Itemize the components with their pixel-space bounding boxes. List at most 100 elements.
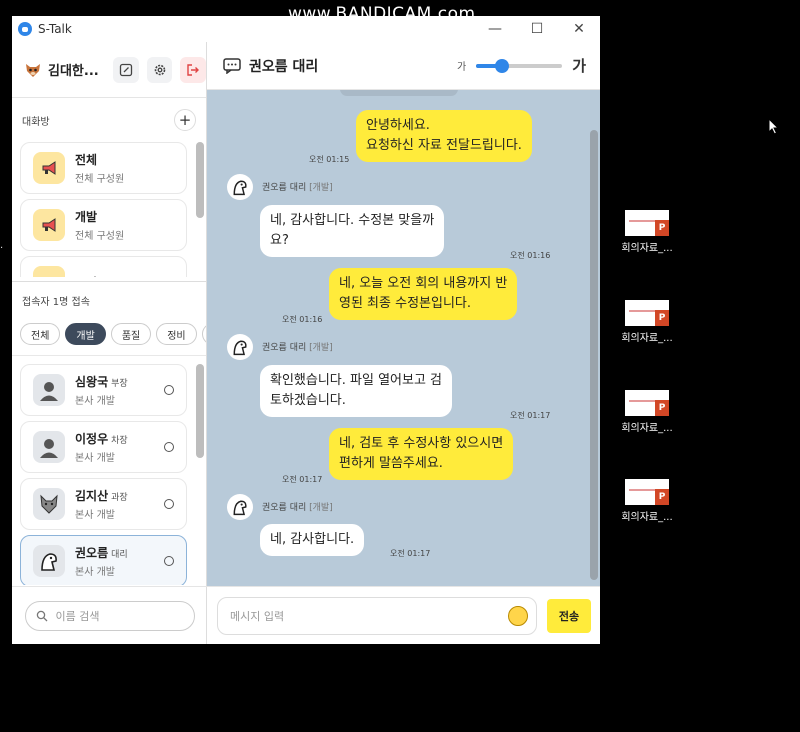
message-time: 오전 01:16 [282,315,323,324]
emoji-icon[interactable] [508,605,528,626]
logout-button[interactable] [180,56,207,83]
logout-icon [187,63,200,76]
settings-button[interactable] [146,56,173,83]
filter-chip-maintenance[interactable]: 정비 [156,323,197,345]
user-item[interactable]: 심왕국 부장 본사 개발 [20,364,187,416]
user-rank: 대리 [111,550,128,560]
pencil-icon [119,63,133,76]
user-rank: 과장 [111,493,128,503]
person-avatar-icon [33,431,65,463]
search-icon [36,610,47,621]
offline-status-icon [164,499,174,509]
ppt-file-icon: P [625,390,669,416]
font-size-large-label: 가 [572,57,586,75]
person-avatar-icon [33,374,65,406]
room-subtitle: 전체 구성원 [75,231,125,242]
room-item-quality[interactable]: 품질 [20,256,187,277]
megaphone-icon [33,266,65,277]
offline-status-icon [164,385,174,395]
sidebar: 김대한... 대화방 + 전체 전체 구성원 개발 전체 구성원 접속자 1명 … [12,42,207,644]
maximize-button[interactable]: ☐ [516,21,558,37]
room-item-dev[interactable]: 개발 전체 구성원 [20,199,187,251]
chat-header: 권오름 대리 가 가 [207,42,600,90]
message-time: 오전 01:17 [510,411,551,420]
my-message-bubble: 네, 검토 후 수정사항 있으시면 편하게 말씀주세요. [329,428,514,480]
wolf-avatar-icon [33,488,65,520]
user-dept: 본사 개발 [75,510,115,521]
dino-avatar-icon [227,174,253,200]
user-item[interactable]: 이정우 차장 본사 개발 [20,421,187,473]
send-button[interactable]: 전송 [547,598,591,633]
filter-chip-quality[interactable]: 품질 [110,323,152,345]
desktop-file-icon[interactable]: P 회의자료_... [612,210,682,254]
user-dept: 본사 개발 [75,453,115,464]
minimize-button[interactable]: — [474,21,516,37]
desktop-file-label: 회의자료_... [621,243,673,254]
chat-bubble-icon [223,57,241,74]
message-time: 오전 01:17 [390,549,431,558]
dept-filter-bar: 전체 개발 품질 정비 [12,319,206,349]
their-message-bubble: 네, 감사합니다. [260,524,365,556]
filter-chip-more[interactable] [201,323,206,345]
message-time: 오전 01:16 [510,251,551,260]
filter-chip-all[interactable]: 전체 [20,323,61,345]
user-name: 김지산 [75,489,109,503]
sender-dept: [개발] [309,183,333,193]
rooms-header-label: 대화방 [22,116,50,128]
add-room-button[interactable]: + [174,109,196,131]
room-title: 품질 [75,274,97,278]
desktop-file-icon[interactable]: P 회의자료_... [612,479,682,523]
their-message-bubble: 확인했습니다. 파일 열어보고 검 토하겠습니다. [260,365,453,417]
user-item-selected[interactable]: 권오름 대리 본사 개발 [20,535,187,585]
dino-avatar-icon [227,334,253,360]
font-size-slider[interactable] [476,58,563,73]
user-item[interactable]: 김지산 과장 본사 개발 [20,478,187,530]
megaphone-icon [33,209,65,241]
sender-label: 권오름 대리 [개발] [262,180,333,193]
message-input[interactable]: 메시지 입력 [217,596,537,635]
desktop-file-icon[interactable]: P 회의자료_... [612,390,682,434]
user-list: 심왕국 부장 본사 개발 이정우 차장 본사 개발 김지산 과장 본사 개발 권… [12,355,206,585]
my-message-bubble: 네, 오늘 오전 회의 내용까지 반 영된 최종 수정본입니다. [329,268,518,320]
name-search-input[interactable]: 이름 검색 [24,600,195,631]
edit-profile-button[interactable] [113,56,139,83]
desktop-file-icon[interactable]: P 회의자료_... [612,300,682,344]
sender-dept: [개발] [309,343,333,353]
megaphone-icon [33,152,65,184]
room-item-all[interactable]: 전체 전체 구성원 [20,142,187,194]
desktop-edge-fragment: . [0,240,4,251]
font-size-small-label: 가 [456,62,467,73]
desktop-file-label: 회의자료_... [621,423,673,434]
message-line: 네, 오늘 오전 회의 내용까지 반 [339,276,508,291]
message-area: 안녕하세요. 요청하신 자료 전달드립니다. 오전 01:15 권오름 대리 [… [207,90,600,586]
mouse-cursor-icon [768,118,780,135]
user-list-scrollbar[interactable] [196,364,204,458]
message-input-placeholder: 메시지 입력 [230,609,285,623]
message-line: 확인했습니다. 파일 열어보고 검 [270,373,443,388]
room-list-scrollbar[interactable] [196,142,204,218]
my-name: 김대한... [48,64,99,79]
my-avatar[interactable] [24,61,42,79]
plus-icon: + [178,111,192,129]
message-scrollbar[interactable] [590,130,598,580]
message-line: 안녕하세요. [366,118,430,133]
app-logo-icon [18,22,32,36]
room-subtitle: 전체 구성원 [75,174,125,185]
search-placeholder: 이름 검색 [55,609,100,623]
close-button[interactable]: ✕ [558,21,600,37]
offline-status-icon [164,556,174,566]
font-size-slider-knob[interactable] [494,58,509,73]
user-dept: 본사 개발 [75,567,115,578]
ppt-file-icon: P [625,210,669,236]
message-line: 토하겠습니다. [270,393,346,408]
filter-chip-dev[interactable]: 개발 [65,323,106,345]
room-title: 전체 [75,153,98,167]
profile-bar: 김대한... [12,42,207,98]
dino-avatar-icon [227,494,253,520]
message-line: 네, 감사합니다. [270,532,355,547]
rooms-header: 대화방 + [12,98,206,142]
message-line: 네, 감사합니다. 수정본 맞을까 [270,213,435,228]
their-message-bubble: 네, 감사합니다. 수정본 맞을까 요? [260,205,445,257]
message-line: 요? [270,233,289,248]
message-line: 요청하신 자료 전달드립니다. [366,138,522,153]
